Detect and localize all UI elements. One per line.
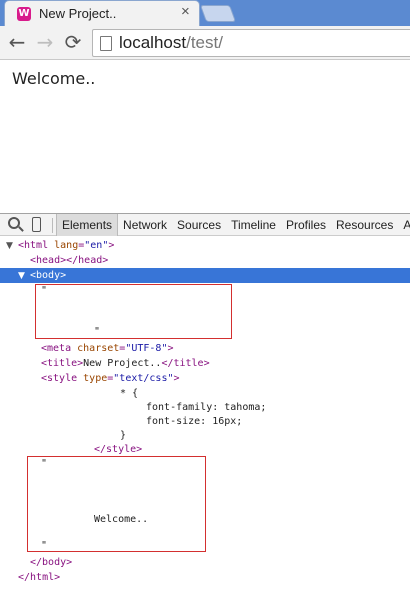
tab-timeline[interactable]: Timeline xyxy=(226,214,281,236)
tab-title: New Project.. xyxy=(39,6,117,21)
text-node-quote[interactable]: " xyxy=(41,456,47,471)
toolbar-divider xyxy=(52,218,53,233)
css-selector[interactable]: * { xyxy=(120,386,138,401)
url-path: /test/ xyxy=(186,33,223,52)
expand-triangle-icon[interactable]: ▼ xyxy=(6,239,13,254)
head-node[interactable]: <head></head> xyxy=(30,253,108,268)
css-font-family[interactable]: font-family: tahoma; xyxy=(146,400,266,415)
browser-tab[interactable]: W New Project.. × xyxy=(4,0,200,26)
css-font-size[interactable]: font-size: 16px; xyxy=(146,414,242,429)
tab-elements[interactable]: Elements xyxy=(56,214,119,236)
expand-triangle-icon[interactable]: ▼ xyxy=(18,269,25,284)
inspect-search-icon[interactable] xyxy=(8,217,20,229)
meta-node[interactable]: <meta charset="UTF-8"> xyxy=(41,341,174,356)
url-host: localhost xyxy=(119,33,187,52)
tab-audits[interactable]: Au xyxy=(398,214,410,236)
text-node-quote[interactable]: " xyxy=(94,324,100,339)
welcome-text: Welcome.. xyxy=(12,69,96,88)
html-open-node[interactable]: <html lang="en"> xyxy=(18,238,114,253)
url-text: localhost/test/ xyxy=(119,33,223,53)
title-node[interactable]: <title>New Project..</title> xyxy=(41,356,210,371)
browser-toolbar: ← → ⟳ localhost/test/ xyxy=(0,26,410,60)
forward-arrow-icon[interactable]: → xyxy=(34,30,56,54)
body-close-node[interactable]: </body> xyxy=(30,555,72,570)
style-node[interactable]: <style type="text/css"> xyxy=(41,371,180,386)
selected-body-row[interactable]: ▼ <body> xyxy=(0,268,410,283)
new-tab-button[interactable] xyxy=(199,5,237,22)
html-close-node[interactable]: </html> xyxy=(18,570,60,585)
tab-strip: W New Project.. × xyxy=(0,0,410,26)
back-arrow-icon[interactable]: ← xyxy=(6,30,28,54)
highlight-box-whitespace xyxy=(35,284,232,339)
elements-panel: ▼ <html lang="en"> <head></head> ▼ <body… xyxy=(0,237,410,592)
tab-network[interactable]: Network xyxy=(118,214,172,236)
css-close-brace[interactable]: } xyxy=(120,428,126,443)
devtools-tabs: Elements Network Sources Timeline Profil… xyxy=(56,214,410,236)
body-open-node: <body> xyxy=(30,270,67,281)
page-icon xyxy=(100,36,112,51)
reload-icon[interactable]: ⟳ xyxy=(62,30,84,54)
text-node-quote[interactable]: " xyxy=(41,538,47,553)
page-viewport: Welcome.. xyxy=(0,61,410,213)
address-bar[interactable]: localhost/test/ xyxy=(92,29,410,57)
favicon-icon: W xyxy=(17,7,31,21)
highlight-box-welcome-text xyxy=(27,456,206,552)
style-close-node[interactable]: </style> xyxy=(94,442,142,457)
tab-resources[interactable]: Resources xyxy=(331,214,398,236)
text-node-quote[interactable]: " xyxy=(41,283,47,298)
tab-profiles[interactable]: Profiles xyxy=(281,214,331,236)
devtools-toolbar: Elements Network Sources Timeline Profil… xyxy=(0,213,410,236)
device-mode-icon[interactable] xyxy=(32,217,41,232)
text-node-welcome[interactable]: Welcome.. xyxy=(94,512,148,527)
close-icon[interactable]: × xyxy=(181,3,190,20)
tab-sources[interactable]: Sources xyxy=(172,214,226,236)
